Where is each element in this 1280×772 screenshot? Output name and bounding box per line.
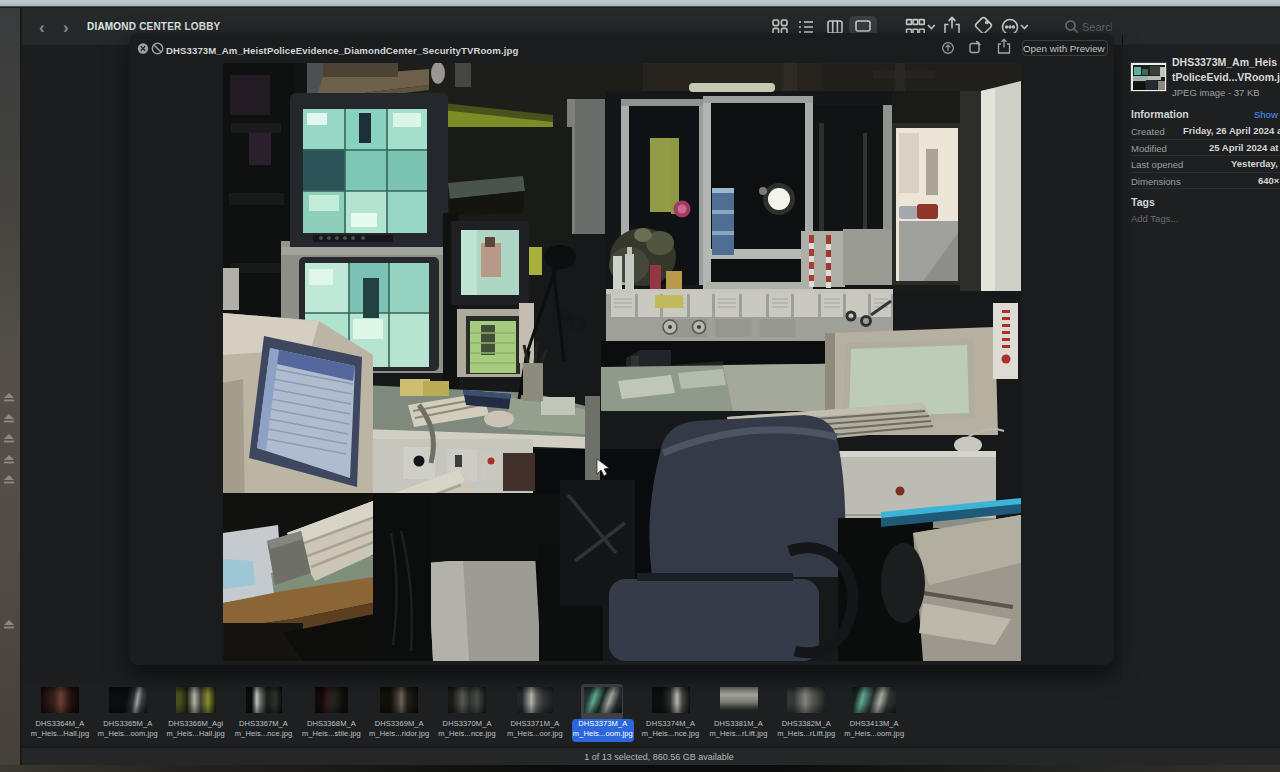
svg-text:Search: Search	[1082, 21, 1112, 33]
